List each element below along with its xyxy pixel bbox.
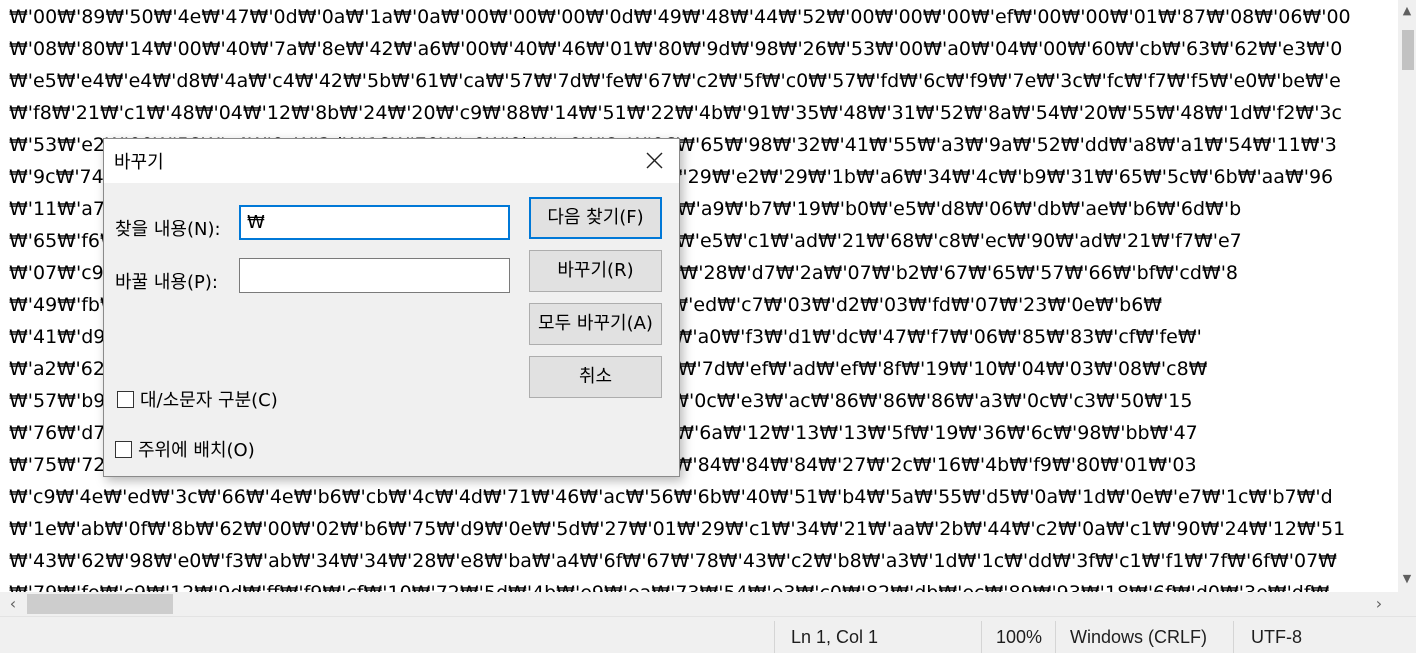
text-line[interactable]: ₩'00₩'89₩'50₩'4e₩'47₩'0d₩'0a₩'1a₩'0a₩'00… — [9, 1, 1351, 33]
scroll-right-arrow-icon[interactable]: › — [1370, 592, 1388, 616]
dialog-titlebar[interactable]: 바꾸기 — [104, 139, 679, 183]
find-label: 찾을 내용(N): — [115, 219, 221, 240]
replace-button[interactable]: 바꾸기(R) — [529, 250, 662, 292]
text-line[interactable]: ₩'c9₩'4e₩'ed₩'3c₩'66₩'4e₩'b6₩'cb₩'4c₩'4d… — [9, 481, 1333, 513]
cursor-position: Ln 1, Col 1 — [791, 627, 879, 647]
checkbox-box[interactable] — [117, 390, 134, 408]
status-separator — [1233, 621, 1234, 653]
scroll-down-arrow-icon[interactable]: ▼ — [1398, 570, 1416, 588]
replace-input[interactable] — [239, 258, 510, 293]
horizontal-scrollbar[interactable]: ‹ › — [0, 592, 1398, 616]
text-line[interactable]: ₩'08₩'80₩'14₩'00₩'40₩'7a₩'8e₩'42₩'a6₩'00… — [9, 33, 1342, 65]
checkbox-box[interactable] — [115, 440, 132, 458]
text-line[interactable]: ₩'43₩'62₩'98₩'e0₩'f3₩'ab₩'34₩'34₩'28₩'e8… — [9, 545, 1337, 577]
match-case-checkbox[interactable]: 대/소문자 구분(C) — [117, 386, 278, 412]
status-separator — [981, 621, 982, 653]
cancel-button[interactable]: 취소 — [529, 356, 662, 398]
line-ending: Windows (CRLF) — [1070, 627, 1208, 647]
find-next-button[interactable]: 다음 찾기(F) — [529, 197, 662, 239]
close-icon[interactable] — [638, 145, 670, 177]
replace-all-button[interactable]: 모두 바꾸기(A) — [529, 303, 662, 345]
wrap-around-label: 주위에 배치(O) — [138, 440, 255, 461]
scroll-up-arrow-icon[interactable]: ▲ — [1398, 2, 1416, 20]
wrap-around-checkbox[interactable]: 주위에 배치(O) — [115, 436, 255, 462]
scrollbar-corner — [1398, 592, 1416, 616]
horizontal-scroll-thumb[interactable] — [27, 594, 173, 614]
dialog-title: 바꾸기 — [114, 152, 164, 173]
text-line[interactable]: ₩'79₩'fe₩'c9₩'12₩'9d₩'ff₩'f9₩'cf₩'10₩'72… — [9, 577, 1329, 592]
text-line[interactable]: ₩'f8₩'21₩'c1₩'48₩'04₩'12₩'8b₩'24₩'20₩'c9… — [9, 97, 1342, 129]
vertical-scrollbar[interactable]: ▲ ▼ — [1398, 0, 1416, 592]
encoding: UTF-8 — [1251, 627, 1302, 647]
status-separator — [1055, 621, 1056, 653]
replace-dialog: 바꾸기 찾을 내용(N): 바꿀 내용(P): 다음 찾기(F) 바꾸기(R) … — [103, 138, 680, 477]
scroll-left-arrow-icon[interactable]: ‹ — [4, 592, 22, 616]
status-separator — [774, 621, 775, 653]
vertical-scroll-thumb[interactable] — [1402, 30, 1414, 70]
find-input[interactable] — [239, 205, 510, 240]
text-line[interactable]: ₩'1e₩'ab₩'0f₩'8b₩'62₩'00₩'02₩'b6₩'75₩'d9… — [9, 513, 1345, 545]
text-line[interactable]: ₩'e5₩'e4₩'e4₩'d8₩'4a₩'c4₩'42₩'5b₩'61₩'ca… — [9, 65, 1341, 97]
replace-label: 바꿀 내용(P): — [115, 272, 218, 293]
zoom-level: 100% — [996, 627, 1043, 647]
match-case-label: 대/소문자 구분(C) — [140, 390, 278, 411]
status-bar: Ln 1, Col 1 100% Windows (CRLF) UTF-8 — [0, 616, 1416, 653]
